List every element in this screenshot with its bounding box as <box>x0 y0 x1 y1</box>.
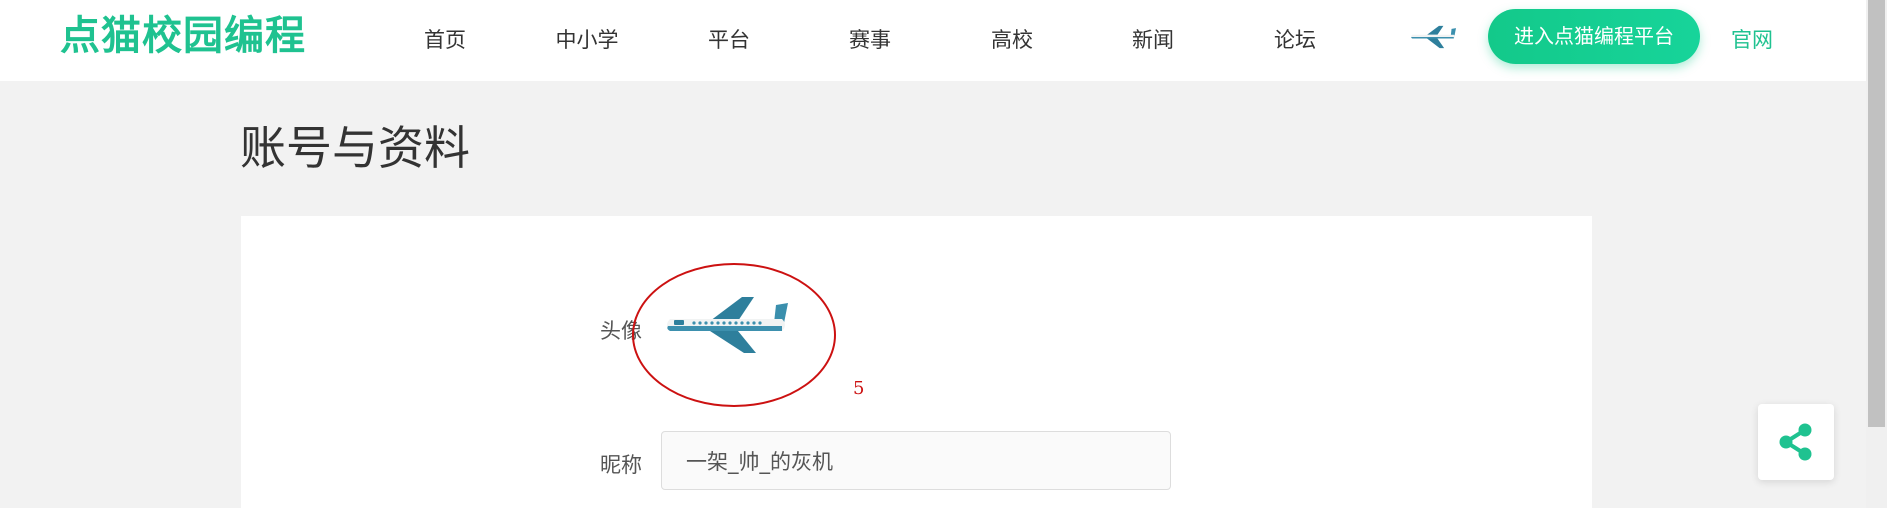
scrollbar-thumb[interactable] <box>1868 0 1885 427</box>
user-avatar[interactable] <box>1410 24 1456 50</box>
nav-item-home[interactable]: 首页 <box>424 24 466 54</box>
top-header: 点猫校园编程 首页 中小学 平台 赛事 高校 新闻 论坛 进入点猫编程平台 官网 <box>0 0 1866 81</box>
avatar-image[interactable] <box>664 292 788 362</box>
nav-item-news[interactable]: 新闻 <box>1132 24 1174 54</box>
nav-item-schools[interactable]: 中小学 <box>556 24 619 54</box>
nickname-input[interactable] <box>661 431 1171 490</box>
nav-item-universities[interactable]: 高校 <box>991 24 1033 54</box>
nav-item-platform[interactable]: 平台 <box>708 24 750 54</box>
annotation-number: 5 <box>853 378 865 399</box>
avatar-label: 头像 <box>600 319 642 343</box>
logo[interactable]: 点猫校园编程 <box>60 12 306 60</box>
share-icon <box>1779 423 1812 461</box>
nav-item-competitions[interactable]: 赛事 <box>849 24 891 54</box>
official-site-link[interactable]: 官网 <box>1731 24 1773 54</box>
nickname-label: 昵称 <box>600 453 642 477</box>
page-title: 账号与资料 <box>240 121 470 175</box>
airplane-icon <box>667 297 788 353</box>
vertical-scrollbar[interactable] <box>1866 0 1887 508</box>
airplane-icon <box>1411 25 1456 49</box>
nav-item-forum[interactable]: 论坛 <box>1274 24 1316 54</box>
enter-platform-button[interactable]: 进入点猫编程平台 <box>1488 9 1700 64</box>
share-button[interactable] <box>1758 404 1834 480</box>
